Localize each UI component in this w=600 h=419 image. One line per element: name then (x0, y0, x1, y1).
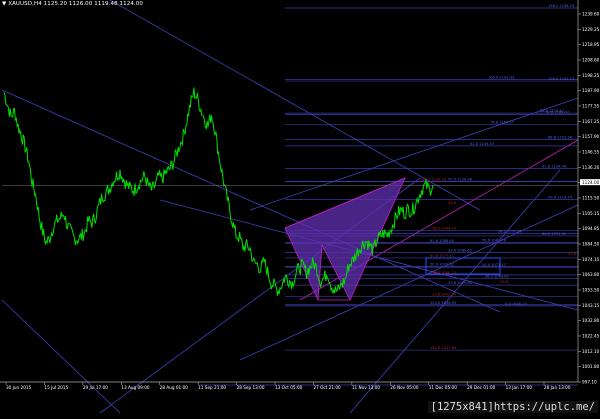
fib-label: 78.6 1163.27 (490, 120, 514, 124)
fib-label: 78.6 1087.16 (482, 238, 507, 242)
y-tick-label: 1043.15 (582, 303, 600, 308)
y-tick-label: 1084.50 (582, 242, 600, 247)
x-tick-label: 11 Nov 13:00 (352, 385, 381, 390)
fib-tag: 23.6 (500, 280, 509, 284)
x-tick-label: 28 Jan 13:00 (544, 385, 571, 390)
fib-label: 100.0 1191.15 (548, 77, 574, 81)
fib-label: 61.8 1149.40 (470, 142, 495, 146)
y-tick-label: 1094.85 (582, 226, 600, 231)
fib-label: 61.8 1086.60 (430, 239, 455, 243)
y-tick-label: 1187.90 (582, 88, 600, 93)
y-tick-label: 1105.15 (582, 211, 600, 216)
fib-label: 38.2 1092.81 (498, 230, 522, 234)
y-tick-label: 1198.25 (582, 73, 600, 78)
fib-label: 61.8 1134.96 (542, 164, 567, 168)
y-tick-label: 1074.15 (582, 257, 600, 262)
x-tick-label: 13 Oct 05:00 (275, 385, 303, 390)
y-tick-label: 1012.10 (582, 349, 600, 354)
y-tick-label: 1157.90 (582, 134, 600, 139)
y-tick-label: 1239.60 (582, 12, 600, 17)
fib-label: 100.0 1046.95 (430, 301, 456, 305)
y-tick-label: 1063.80 (582, 272, 600, 277)
x-tick-label: 15 Jul 2015 (44, 385, 68, 390)
fib-label: 23.6 1059.60 (448, 281, 473, 285)
axes: 1239.60 1229.25 1218.95 1208.60 1198.25 1187.… (0, 0, 600, 390)
fib-label: 50.0 1114.79 (548, 196, 573, 200)
y-tick-label: 1001.80 (582, 364, 600, 369)
fib-label: 50.0 1126.46 (448, 177, 473, 181)
y-tick-label: 1136.20 (582, 165, 600, 170)
x-tick-label: 13 Aug 09:00 (121, 385, 150, 390)
x-tick-label: 11 Dec 05:00 (429, 385, 457, 390)
price-series (3, 87, 434, 296)
x-tick-label: 29 Jul 17:00 (83, 385, 108, 390)
y-tick-label: 1146.55 (582, 150, 600, 155)
fib-tag: 23.6 (568, 252, 577, 256)
x-tick-label: 27 Oct 21:00 (313, 385, 341, 390)
fib-label: 38.2 1063.82 (485, 275, 509, 279)
fib-label: 161.8 1017.66 (430, 346, 457, 350)
fib-label: 138.2 1126.29 (420, 178, 447, 182)
x-tick-label: 29 Dec 01:00 (467, 385, 495, 390)
fib-label: 38.2 1094.70 (432, 227, 457, 231)
fib-label: 78.6 1169.67 (545, 110, 569, 114)
y-tick-label: 1167.25 (582, 119, 600, 124)
fib-label: 61.8 1077.11 (430, 254, 454, 258)
chart-area[interactable]: 138.2 1238.29 100.0 1192.33 100.0 1191.15 8… (0, 0, 600, 415)
symbol-quote-text: XAUUSD,H4 1125.20 1126.00 1119.48 1124.0… (8, 1, 143, 7)
image-host-footer: [1275x841]https://uplc.me/ (427, 401, 598, 413)
fib-tag: 23.6 (448, 201, 457, 205)
x-tick-label: 11 Sep 21:00 (198, 385, 226, 390)
y-tick-label: 1032.80 (582, 318, 600, 323)
price-line (3, 87, 434, 296)
symbol-header: ▼ XAUUSD,H4 1125.20 1126.00 1119.48 1124… (2, 1, 143, 7)
y-tick-label: 1115.50 (582, 196, 600, 201)
x-tick-label: 26 Nov 05:00 (390, 385, 419, 390)
x-tick-label: 30 Jun 2015 (6, 385, 32, 390)
fib-label: 50.0 1071.17 (482, 263, 506, 267)
y-tick-label: 997.10 (582, 380, 597, 385)
price-chart[interactable]: 138.2 1238.29 100.0 1192.33 100.0 1191.15 8… (0, 0, 600, 415)
x-tick-label: 28 Sep 13:00 (237, 385, 265, 390)
fib-label: 88.6 1153.36 (548, 136, 573, 140)
fib-label: 88.6 1091.35 (542, 232, 566, 236)
fib-labels: 138.2 1238.29 100.0 1192.33 100.0 1191.15 8… (420, 4, 577, 350)
fib-label: 138.2 1238.29 (548, 4, 575, 8)
dropdown-arrow-icon[interactable]: ▼ (2, 1, 6, 7)
channel-line (1, 299, 121, 414)
x-tick-label: 28 Aug 01:00 (160, 385, 189, 390)
y-tick-label: 1229.25 (582, 27, 600, 32)
fib-label: 23.6 1052.24 (432, 293, 457, 297)
y-tick-label: 1053.50 (582, 288, 600, 293)
y-tick-label: 1022.45 (582, 334, 600, 339)
channel-lines (1, 0, 579, 414)
fib-label: 50.0 1071.62 (430, 262, 454, 266)
y-tick-label: 1208.60 (582, 58, 600, 63)
channel-line (249, 97, 579, 211)
fibonacci-levels (2, 7, 578, 351)
fib-label: 100.0 1192.33 (488, 75, 514, 79)
fib-label: 38.2 1066.23 (432, 271, 456, 275)
fib-label: 23.6 1080.62 (448, 249, 472, 253)
y-tick-label: 1177.55 (582, 104, 600, 109)
x-tick-label: 13 Jan 17:00 (506, 385, 533, 390)
y-tick-label: 1218.95 (582, 42, 600, 47)
fib-label: 0.0 1046.23 (505, 302, 527, 306)
y-tick-label: 1124.00 (582, 180, 600, 185)
